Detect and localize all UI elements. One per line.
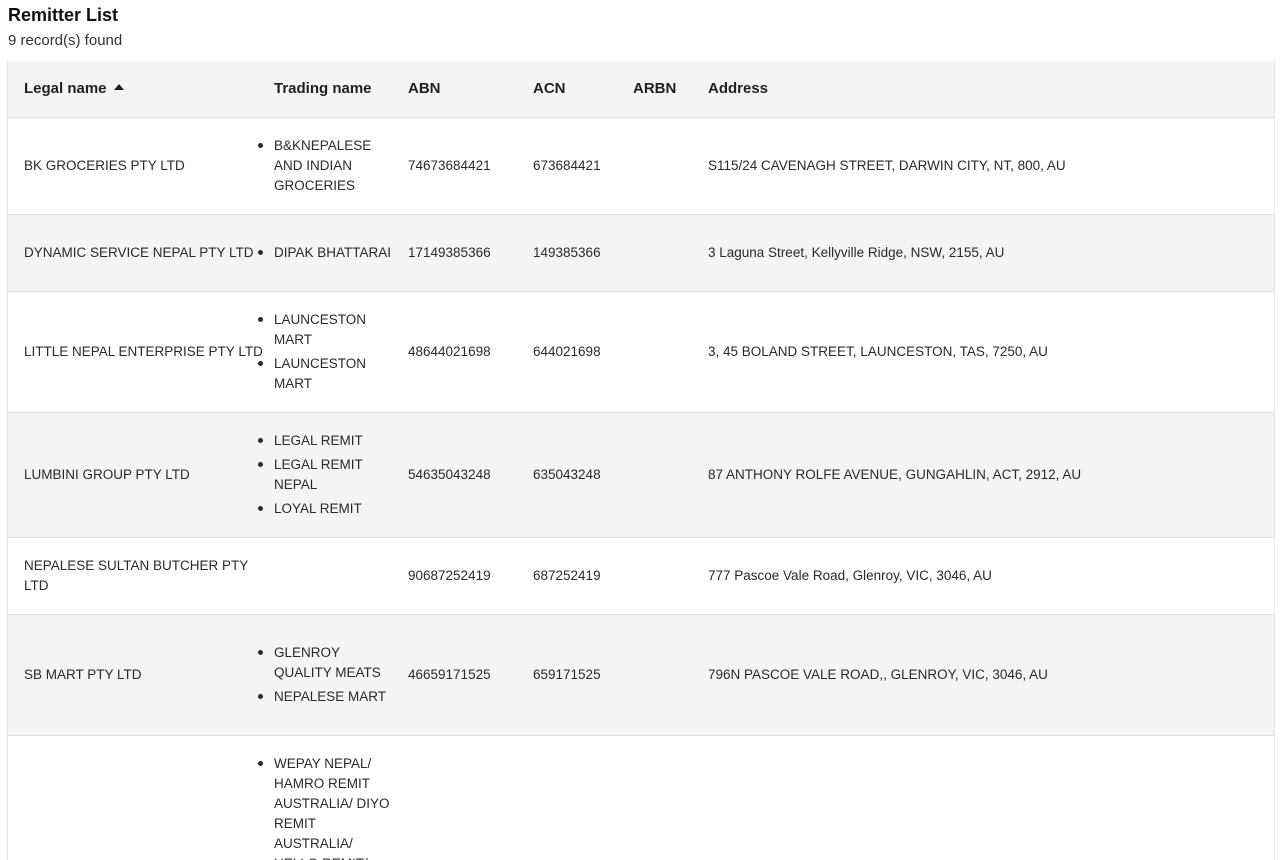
trading-name-list: LAUNCESTON MART LAUNCESTON MART [258,310,394,394]
address-cell: 3 Laguna Street, Kellyville Ridge, NSW, … [708,244,1005,260]
trading-name-cell: GLENROY QUALITY MEATS NEPALESE MART [258,614,402,735]
address-cell [692,735,1274,860]
address-cell: 87 ANTHONY ROLFE AVENUE, GUNGAHLIN, ACT,… [708,466,1082,482]
acn-cell: 659171525 [533,666,601,682]
acn-cell: 673684421 [533,157,601,173]
arbn-cell [617,214,692,291]
table-header-row: Legal name Trading name ABN ACN ARBN Add… [8,61,1274,118]
table-row[interactable]: NEPALESE SULTAN BUTCHER PTY LTD 90687252… [8,537,1274,614]
page-title: Remitter List [8,5,119,25]
arbn-cell [617,291,692,412]
arbn-cell [617,614,692,735]
table-header: Legal name Trading name ABN ACN ARBN Add… [8,61,1274,118]
trading-name-item: LOYAL REMIT [258,499,394,519]
address-cell: S115/24 CAVENAGH STREET, DARWIN CITY, NT… [708,157,1066,173]
legal-name-cell: LUMBINI GROUP PTY LTD [24,466,190,482]
column-header-abn[interactable]: ABN [402,61,517,118]
table-row[interactable]: BK GROCERIES PTY LTD B&KNEPALESE AND IND… [8,117,1274,214]
address-cell: 3, 45 BOLAND STREET, LAUNCESTON, TAS, 72… [708,343,1048,359]
record-count: 9 record(s) found [8,32,123,49]
sort-ascending-icon[interactable] [113,84,124,91]
trading-name-cell: B&KNEPALESE AND INDIAN GROCERIES [258,117,402,214]
address-cell: 796N PASCOE VALE ROAD,, GLENROY, VIC, 30… [708,666,1048,682]
remitter-table: Legal name Trading name ABN ACN ARBN Add… [8,61,1274,860]
trading-name-item: WEPAY NEPAL/ HAMRO REMIT AUSTRALIA/ DIYO… [258,754,394,860]
trading-name-cell: DIPAK BHATTARAI [258,214,402,291]
table-row[interactable]: SB MART PTY LTD GLENROY QUALITY MEATS NE… [8,614,1274,735]
arbn-cell [617,735,692,860]
acn-cell: 149385366 [533,244,601,260]
table-row[interactable]: WEPAY NEPAL/ HAMRO REMIT AUSTRALIA/ DIYO… [8,735,1274,860]
address-cell: 777 Pascoe Vale Road, Glenroy, VIC, 3046… [708,567,992,583]
trading-name-item: DIPAK BHATTARAI [258,243,394,263]
trading-name-list: LEGAL REMIT LEGAL REMIT NEPAL LOYAL REMI… [258,431,394,519]
column-header-label[interactable]: ARBN [633,80,676,97]
column-header-label[interactable]: Address [708,80,768,97]
trading-name-item: LEGAL REMIT [258,431,394,451]
trading-name-cell: WEPAY NEPAL/ HAMRO REMIT AUSTRALIA/ DIYO… [258,735,402,860]
legal-name-cell: SB MART PTY LTD [24,666,142,682]
abn-cell: 17149385366 [408,244,491,260]
acn-cell: 687252419 [533,567,601,583]
remitter-table-container: Legal name Trading name ABN ACN ARBN Add… [7,61,1275,860]
trading-name-cell: LAUNCESTON MART LAUNCESTON MART [258,291,402,412]
arbn-cell [617,412,692,537]
trading-name-list: DIPAK BHATTARAI [258,243,394,263]
trading-name-item: LAUNCESTON MART [258,354,394,394]
column-header-label[interactable]: ACN [533,80,566,97]
trading-name-item: B&KNEPALESE AND INDIAN GROCERIES [258,136,394,196]
column-header-address[interactable]: Address [692,61,1274,118]
trading-name-item: LEGAL REMIT NEPAL [258,455,394,495]
acn-cell: 635043248 [533,466,601,482]
legal-name-cell [8,735,268,860]
table-row[interactable]: DYNAMIC SERVICE NEPAL PTY LTD DIPAK BHAT… [8,214,1274,291]
column-header-arbn[interactable]: ARBN [617,61,692,118]
abn-cell [402,735,517,860]
trading-name-item: GLENROY QUALITY MEATS [258,643,394,683]
column-header-legal-name[interactable]: Legal name [8,61,268,118]
abn-cell: 90687252419 [408,567,491,583]
legal-name-cell: DYNAMIC SERVICE NEPAL PTY LTD [24,244,254,260]
table-body: BK GROCERIES PTY LTD B&KNEPALESE AND IND… [8,117,1274,860]
trading-name-list: B&KNEPALESE AND INDIAN GROCERIES [258,136,394,196]
abn-cell: 48644021698 [408,343,491,359]
acn-cell [517,735,617,860]
arbn-cell [617,537,692,614]
column-header-acn[interactable]: ACN [517,61,617,118]
column-header-label[interactable]: Trading name [274,80,372,97]
legal-name-cell: LITTLE NEPAL ENTERPRISE PTY LTD [24,343,263,359]
table-row[interactable]: LUMBINI GROUP PTY LTD LEGAL REMIT LEGAL … [8,412,1274,537]
abn-cell: 54635043248 [408,466,491,482]
trading-name-item: NEPALESE MART [258,687,394,707]
trading-name-list: WEPAY NEPAL/ HAMRO REMIT AUSTRALIA/ DIYO… [258,754,394,860]
legal-name-cell: NEPALESE SULTAN BUTCHER PTY LTD [24,557,249,593]
trading-name-list: GLENROY QUALITY MEATS NEPALESE MART [258,643,394,707]
column-header-trading-name[interactable]: Trading name [268,61,402,118]
abn-cell: 46659171525 [408,666,491,682]
remitter-list-page: Remitter List 9 record(s) found Legal na… [0,0,1280,860]
arbn-cell [617,117,692,214]
trading-name-item: LAUNCESTON MART [258,310,394,350]
legal-name-cell: BK GROCERIES PTY LTD [24,157,185,173]
column-header-label[interactable]: Legal name [24,80,107,97]
abn-cell: 74673684421 [408,157,491,173]
acn-cell: 644021698 [533,343,601,359]
trading-name-cell [268,537,402,614]
table-row[interactable]: LITTLE NEPAL ENTERPRISE PTY LTD LAUNCEST… [8,291,1274,412]
column-header-label[interactable]: ABN [408,80,441,97]
trading-name-cell: LEGAL REMIT LEGAL REMIT NEPAL LOYAL REMI… [258,412,402,537]
